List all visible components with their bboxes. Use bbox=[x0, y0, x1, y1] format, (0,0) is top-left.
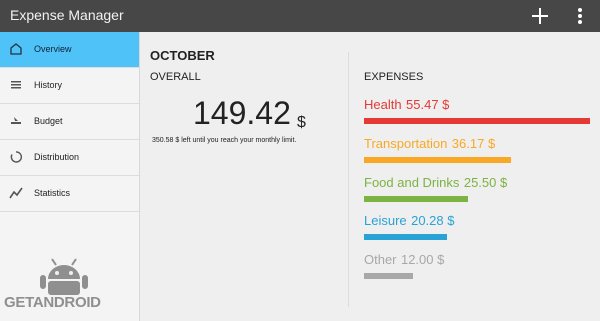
expense-item-transportation[interactable]: Transportation 36.17 $ bbox=[364, 135, 511, 163]
watermark-text: GETANDROID bbox=[4, 294, 101, 311]
overflow-menu-icon[interactable] bbox=[572, 6, 588, 26]
budget-icon bbox=[11, 117, 21, 124]
expense-item-leisure[interactable]: Leisure 20.28 $ bbox=[364, 212, 455, 240]
expense-amount: 25.50 $ bbox=[463, 175, 508, 190]
overall-label: OVERALL bbox=[150, 71, 201, 83]
expense-bar bbox=[364, 234, 447, 240]
expense-bar bbox=[364, 157, 511, 163]
android-robot-icon bbox=[40, 258, 88, 295]
expense-name: Food and Drinks bbox=[364, 175, 460, 190]
overview-panel: OCTOBER OVERALL 149.42 $ 350.58 $ left u… bbox=[140, 32, 600, 321]
currency-symbol: $ bbox=[297, 114, 306, 131]
expense-item-food-and-drinks[interactable]: Food and Drinks 25.50 $ bbox=[364, 174, 508, 202]
chart-line-icon bbox=[9, 187, 23, 199]
expense-bar bbox=[364, 273, 413, 279]
sidebar-item-label: Overview bbox=[34, 44, 72, 54]
list-icon bbox=[11, 81, 21, 89]
month-title: OCTOBER bbox=[150, 48, 215, 63]
expense-amount: 55.47 $ bbox=[406, 97, 450, 112]
sidebar-item-label: Statistics bbox=[34, 188, 71, 198]
sidebar-item-label: Distribution bbox=[34, 152, 80, 162]
expense-amount: 36.17 $ bbox=[451, 136, 496, 151]
expense-amount: 20.28 $ bbox=[411, 213, 455, 228]
sidebar-item-budget[interactable]: Budget bbox=[0, 104, 139, 140]
remaining-budget-text: 350.58 $ left until you reach your month… bbox=[152, 137, 297, 144]
expense-amount: 12.00 $ bbox=[400, 252, 445, 267]
watermark-logo: GETANDROID bbox=[4, 255, 129, 315]
divider bbox=[348, 52, 349, 307]
distribution-icon bbox=[10, 151, 22, 163]
expense-bar bbox=[364, 196, 468, 202]
expense-bar bbox=[364, 118, 590, 124]
sidebar-item-history[interactable]: History bbox=[0, 68, 139, 104]
total-amount: 149.42 bbox=[193, 95, 291, 131]
expense-item-other[interactable]: Other 12.00 $ bbox=[364, 251, 445, 279]
sidebar-item-overview[interactable]: Overview bbox=[0, 32, 139, 68]
expenses-title: EXPENSES bbox=[364, 71, 424, 83]
sidebar-item-statistics[interactable]: Statistics bbox=[0, 176, 139, 212]
action-bar: Expense Manager bbox=[0, 0, 600, 32]
sidebar-item-label: History bbox=[34, 80, 63, 90]
app-title: Expense Manager bbox=[10, 7, 124, 23]
expense-name: Other bbox=[364, 252, 397, 267]
expense-name: Health bbox=[364, 97, 402, 112]
plus-icon[interactable] bbox=[528, 4, 552, 28]
expense-name: Leisure bbox=[364, 213, 407, 228]
sidebar-item-label: Budget bbox=[34, 116, 63, 126]
home-icon bbox=[10, 43, 22, 55]
sidebar-item-distribution[interactable]: Distribution bbox=[0, 140, 139, 176]
expense-name: Transportation bbox=[364, 136, 448, 151]
expense-item-health[interactable]: Health 55.47 $ bbox=[364, 96, 590, 124]
